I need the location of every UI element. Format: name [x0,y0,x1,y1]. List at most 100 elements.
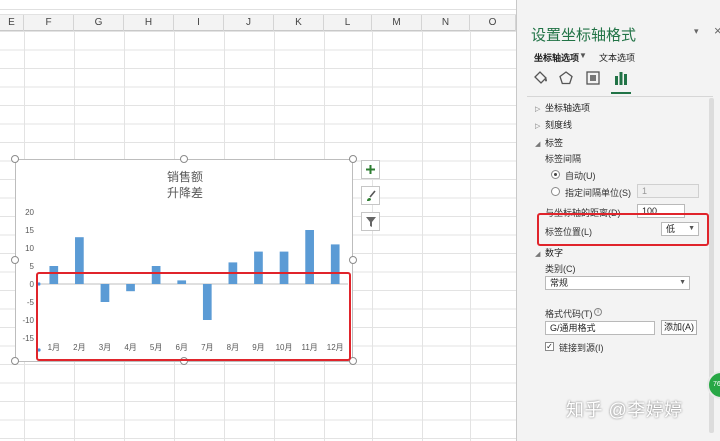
link-to-source-checkbox[interactable]: ✓ [545,342,554,351]
grid-line [422,31,423,441]
chevron-right-icon: ▷ [535,106,541,113]
grid-line [372,31,373,441]
distance-field[interactable]: 100 [637,204,685,218]
funnel-icon[interactable] [361,212,380,231]
x-tick-label[interactable]: 5月 [150,343,162,352]
info-icon[interactable]: i [594,308,602,316]
pentagon-icon[interactable] [556,68,576,88]
format-code-label: 格式代码(T) [545,309,593,319]
bar-10[interactable] [279,251,289,284]
bar-chart-icon[interactable] [611,68,631,88]
y-tick-label: 0 [30,280,35,289]
x-tick-label[interactable]: 8月 [227,343,239,352]
resize-handle-top-right[interactable] [349,155,357,163]
y-tick-label: 15 [25,226,34,235]
axis-selection-handle[interactable] [37,282,41,286]
x-tick-label[interactable]: 4月 [124,343,136,352]
x-tick-label[interactable]: 3月 [99,343,111,352]
add-button[interactable]: 添加(A) [661,320,697,335]
auto-radio-label[interactable]: 自动(U) [565,169,596,182]
section-tick-marks[interactable]: ▷ 刻度线 [535,118,572,131]
chevron-down-icon[interactable]: ▾ [694,26,699,37]
tab-axis-options[interactable]: 坐标轴选项 [534,51,579,64]
resize-handle-bottom[interactable] [180,357,188,365]
format-code-field[interactable]: G/通用格式 [545,321,655,335]
resize-handle-right[interactable] [349,256,357,264]
y-tick-label: 10 [25,244,34,253]
category-label: 类别(C) [545,264,576,274]
section-axis-options[interactable]: ▷ 坐标轴选项 [535,101,590,114]
column-header-row: E F G H I J K L M N O [0,14,516,31]
size-properties-icon[interactable] [583,68,603,88]
auto-radio[interactable] [551,170,560,179]
bar-9[interactable] [254,251,263,284]
column-header-e[interactable]: E [0,15,24,31]
bar-3[interactable] [100,284,110,302]
specify-unit-radio[interactable] [551,187,560,196]
bar-2[interactable] [75,237,84,284]
x-tick-label[interactable]: 7月 [201,343,213,352]
label-position-select[interactable]: 低 ▼ [661,222,699,236]
bar-8[interactable] [228,262,238,284]
close-icon[interactable]: × [714,23,720,38]
chevron-down-icon[interactable]: ▼ [579,51,587,60]
column-header-h[interactable]: H [124,15,174,31]
section-number[interactable]: ◢ 数字 [535,246,563,259]
resize-handle-bottom-right[interactable] [349,357,357,365]
x-tick-label[interactable]: 10月 [276,343,293,352]
x-tick-label[interactable]: 11月 [301,343,317,352]
grid-line [470,31,471,441]
column-header-l[interactable]: L [324,15,372,31]
x-tick-label[interactable]: 6月 [175,343,187,352]
plot-area[interactable]: 20 15 10 5 0 -5 -10 -15 1月 2月 3月 4月 5月 6月 7月 8月 9月 10月 11月… [16,160,354,363]
column-header-n[interactable]: N [422,15,470,31]
divider [527,96,713,97]
x-tick-label[interactable]: 1月 [48,343,60,352]
x-tick-label[interactable]: 9月 [252,343,264,352]
specify-unit-field[interactable]: 1 [637,184,699,198]
pane-title: 设置坐标轴格式 [531,27,637,44]
chart-object[interactable]: 销售额 升降差 20 15 10 5 0 -5 -10 -15 1月 2月 3月 4月 5月 6月 7月 8月… [15,159,353,362]
y-tick-label: 5 [30,262,35,271]
distance-label: 与坐标轴的距离(D) [545,208,621,218]
category-select[interactable]: 常规 ▼ [545,276,690,290]
section-label: 数字 [545,248,564,258]
column-header-i[interactable]: I [174,15,224,31]
bar-7[interactable] [202,284,212,320]
bar-11[interactable] [305,230,314,284]
bar-5[interactable] [151,266,161,284]
column-header-k[interactable]: K [274,15,324,31]
plus-icon[interactable] [361,160,380,179]
x-tick-label[interactable]: 12月 [327,343,344,352]
bar-4[interactable] [126,284,135,292]
column-header-j[interactable]: J [224,15,274,31]
section-label: 坐标轴选项 [545,103,591,113]
resize-handle-left[interactable] [11,256,19,264]
column-header-g[interactable]: G [74,15,124,31]
resize-handle-top[interactable] [180,155,188,163]
chevron-down-icon: ▼ [679,279,686,286]
column-header-f[interactable]: F [24,15,74,31]
bar-6[interactable] [177,280,187,284]
section-labels[interactable]: ◢ 标签 [535,136,563,149]
fill-bucket-icon[interactable] [530,68,550,88]
tab-text-options[interactable]: 文本选项 [599,51,635,64]
brush-icon[interactable] [361,186,380,205]
column-header-o[interactable]: O [470,15,516,31]
axis-selection-handle[interactable] [37,348,41,352]
x-tick-label[interactable]: 2月 [73,343,85,352]
column-header-m[interactable]: M [372,15,422,31]
active-tab-indicator [611,92,631,94]
link-to-source-label[interactable]: 链接到源(I) [559,341,604,354]
resize-handle-bottom-left[interactable] [11,357,19,365]
chevron-down-icon: ◢ [535,251,541,258]
label-position-value: 低 [666,224,676,234]
formula-bar-edge [0,0,516,10]
chevron-down-icon: ▼ [688,225,695,232]
watermark: 知乎 @李婷婷 [566,400,683,420]
bar-12[interactable] [330,244,340,284]
bar-1[interactable] [49,266,59,284]
resize-handle-top-left[interactable] [11,155,19,163]
specify-unit-label[interactable]: 指定间隔单位(S) [565,186,631,199]
y-tick-label: -15 [22,334,34,343]
